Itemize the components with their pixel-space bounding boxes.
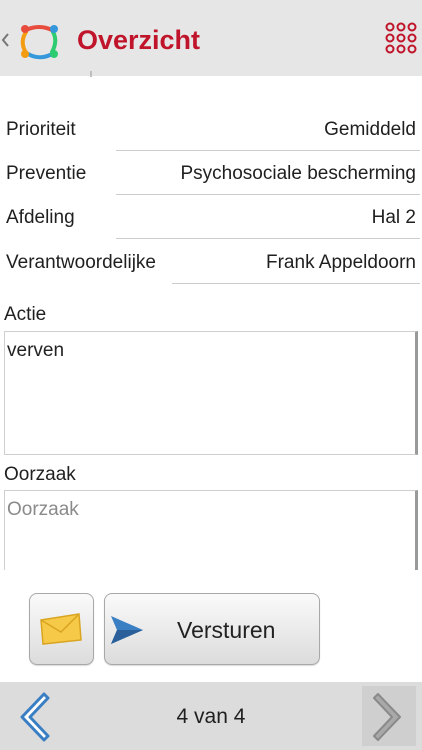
- field-prioriteit[interactable]: Prioriteit Gemiddeld: [0, 109, 422, 153]
- send-button-label: Versturen: [177, 617, 276, 643]
- grid-menu-icon[interactable]: [385, 22, 417, 54]
- field-underline: [116, 150, 420, 151]
- field-verantwoordelijke[interactable]: Verantwoordelijke Frank Appeldoorn: [0, 242, 422, 286]
- field-underline: [116, 194, 420, 195]
- top-bar: Overzicht: [0, 0, 422, 77]
- field-underline: [172, 283, 420, 284]
- envelope-icon: [40, 613, 82, 645]
- field-preventie[interactable]: Preventie Psychosociale bescherming: [0, 153, 422, 197]
- field-underline: [116, 238, 420, 239]
- field-value: Hal 2: [371, 207, 416, 228]
- oorzaak-textarea[interactable]: Oorzaak: [4, 490, 418, 570]
- field-label: Afdeling: [6, 207, 75, 228]
- actie-label: Actie: [4, 304, 47, 325]
- field-value: Gemiddeld: [324, 119, 416, 140]
- field-afdeling[interactable]: Afdeling Hal 2: [0, 197, 422, 241]
- field-label: Verantwoordelijke: [6, 252, 156, 273]
- paper-plane-icon: [111, 616, 143, 644]
- page-indicator: 4 van 4: [176, 705, 246, 728]
- mail-button[interactable]: [29, 593, 94, 665]
- actie-textarea[interactable]: verven: [4, 331, 418, 455]
- field-value: Frank Appeldoorn: [266, 252, 416, 273]
- app-logo-icon: [20, 25, 58, 60]
- page-title: Overzicht: [77, 25, 201, 55]
- back-chevron-icon[interactable]: [0, 30, 10, 50]
- field-label: Prioriteit: [6, 119, 76, 140]
- header-divider: [90, 71, 92, 77]
- oorzaak-label: Oorzaak: [4, 464, 76, 485]
- send-button[interactable]: Versturen: [104, 593, 320, 665]
- field-label: Preventie: [6, 163, 87, 184]
- field-value: Psychosociale bescherming: [180, 163, 416, 184]
